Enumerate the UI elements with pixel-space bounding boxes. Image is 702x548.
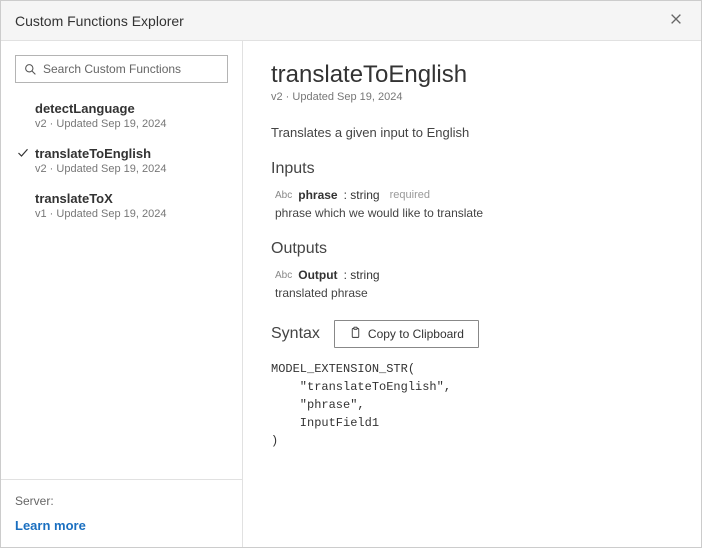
search-input[interactable] <box>43 62 219 76</box>
input-type: : string <box>344 188 380 202</box>
dialog-header: Custom Functions Explorer <box>1 1 701 41</box>
abc-icon: Abc <box>275 270 292 281</box>
sidebar-footer: Server: Learn more <box>1 479 242 547</box>
function-meta: v2 · Updated Sep 19, 2024 <box>35 163 222 175</box>
dialog-body: detectLanguage v2 · Updated Sep 19, 2024… <box>1 41 701 547</box>
input-description: phrase which we would like to translate <box>275 206 673 220</box>
detail-description: Translates a given input to English <box>271 125 673 140</box>
function-item-detectLanguage[interactable]: detectLanguage v2 · Updated Sep 19, 2024 <box>15 95 228 140</box>
detail-meta: v2 · Updated Sep 19, 2024 <box>271 91 673 103</box>
function-name: translateToEnglish <box>35 146 222 161</box>
output-description: translated phrase <box>275 286 673 300</box>
dialog-title: Custom Functions Explorer <box>15 13 184 29</box>
function-item-translateToEnglish[interactable]: translateToEnglish v2 · Updated Sep 19, … <box>15 140 228 185</box>
search-box[interactable] <box>15 55 228 83</box>
server-label: Server: <box>15 494 228 508</box>
outputs-heading: Outputs <box>271 240 673 258</box>
close-icon[interactable] <box>665 6 687 35</box>
output-name: Output <box>298 268 337 282</box>
syntax-code: MODEL_EXTENSION_STR( "translateToEnglish… <box>271 360 673 450</box>
input-param: Abc phrase : string required phrase whic… <box>271 188 673 220</box>
output-type: : string <box>344 268 380 282</box>
function-meta: v2 · Updated Sep 19, 2024 <box>35 118 222 130</box>
inputs-heading: Inputs <box>271 160 673 178</box>
detail-panel: translateToEnglish v2 · Updated Sep 19, … <box>243 41 701 547</box>
learn-more-link[interactable]: Learn more <box>15 518 228 533</box>
check-icon <box>17 147 29 162</box>
function-meta: v1 · Updated Sep 19, 2024 <box>35 208 222 220</box>
function-name: detectLanguage <box>35 101 222 116</box>
clipboard-icon <box>349 326 362 342</box>
sidebar: detectLanguage v2 · Updated Sep 19, 2024… <box>1 41 243 547</box>
sidebar-top: detectLanguage v2 · Updated Sep 19, 2024… <box>1 41 242 479</box>
abc-icon: Abc <box>275 190 292 201</box>
syntax-row: Syntax Copy to Clipboard <box>271 320 673 348</box>
input-name: phrase <box>298 188 337 202</box>
function-list: detectLanguage v2 · Updated Sep 19, 2024… <box>15 95 228 230</box>
copy-label: Copy to Clipboard <box>368 327 464 341</box>
input-signature: Abc phrase : string required <box>275 188 673 202</box>
output-signature: Abc Output : string <box>275 268 673 282</box>
detail-title: translateToEnglish <box>271 61 673 89</box>
syntax-heading: Syntax <box>271 325 320 343</box>
input-required: required <box>390 189 430 201</box>
search-icon <box>24 63 37 76</box>
copy-to-clipboard-button[interactable]: Copy to Clipboard <box>334 320 479 348</box>
function-item-translateToX[interactable]: translateToX v1 · Updated Sep 19, 2024 <box>15 185 228 230</box>
function-name: translateToX <box>35 191 222 206</box>
output-param: Abc Output : string translated phrase <box>271 268 673 300</box>
